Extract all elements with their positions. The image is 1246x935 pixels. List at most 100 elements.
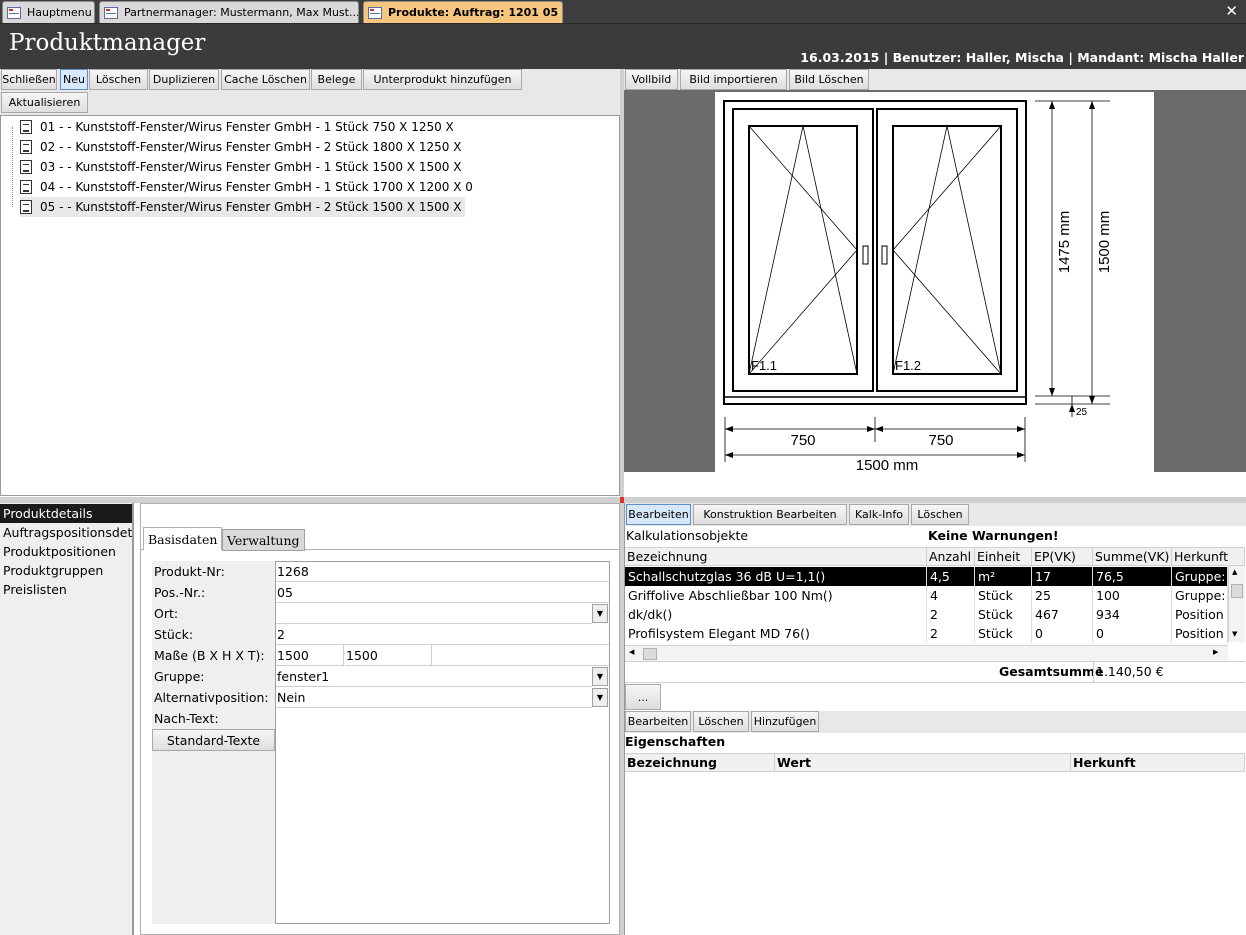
scroll-left-icon[interactable]: ◀ — [629, 648, 634, 656]
cell-ep-vk: 0 — [1032, 624, 1093, 643]
col-ep-vk[interactable]: EP(VK) — [1032, 548, 1093, 566]
add-property-button[interactable]: Hinzufügen — [751, 711, 819, 732]
masse-b-field[interactable]: 1500 — [276, 645, 344, 666]
stueck-field[interactable]: 2 — [276, 624, 609, 645]
horizontal-scrollbar[interactable]: ◀ ▶ — [625, 645, 1228, 661]
label-nach-text: Nach-Text: — [154, 711, 219, 726]
refresh-button[interactable]: Aktualisieren — [1, 92, 88, 113]
fullscreen-button[interactable]: Vollbild — [625, 69, 678, 90]
cell-anzahl: 4 — [927, 586, 975, 605]
col-herkunft[interactable]: Herkunft — [1172, 548, 1245, 566]
dim-bottom: 25 — [1076, 407, 1088, 418]
duplicate-button[interactable]: Duplizieren — [149, 69, 219, 90]
scroll-up-icon[interactable]: ▲ — [1232, 568, 1237, 576]
cell-summe-vk: 100 — [1093, 586, 1172, 605]
dim-inner-height: 1475 mm — [1056, 211, 1073, 274]
nav-item-produktdetails[interactable]: Produktdetails — [0, 504, 132, 523]
cell-einheit: m² — [975, 567, 1032, 586]
pos-nr-field[interactable]: 05 — [276, 582, 609, 603]
detail-nav: Produktdetails Auftragspositionsdetails … — [0, 503, 134, 935]
tree-item-label: 04 - - Kunststoff-Fenster/Wirus Fenster … — [40, 180, 473, 194]
import-image-button[interactable]: Bild importieren — [680, 69, 787, 90]
col-bezeichnung[interactable]: Bezeichnung — [625, 548, 927, 566]
cell-summe-vk: 76,5 — [1093, 567, 1172, 586]
document-icon — [20, 160, 32, 174]
cell-anzahl: 4,5 — [927, 567, 975, 586]
masse-t-field[interactable] — [432, 645, 609, 666]
cell-bezeichnung: Profilsystem Elegant MD 76() — [625, 624, 927, 643]
tab-partnermanager[interactable]: Partnermanager: Mustermann, Max Must... — [99, 1, 359, 23]
header-info: 16.03.2015 | Benutzer: Haller, Mischa | … — [800, 50, 1244, 65]
document-icon — [20, 180, 32, 194]
calc-title: Kalkulationsobjekte — [626, 528, 749, 543]
edit-property-button[interactable]: Bearbeiten — [625, 711, 691, 732]
document-tab-strip: Hauptmenu Partnermanager: Mustermann, Ma… — [0, 0, 1246, 24]
close-icon[interactable]: ✕ — [1225, 3, 1238, 19]
total-label: Gesamtsumme — [999, 664, 1104, 679]
nach-text-area[interactable] — [276, 708, 609, 923]
delete-button[interactable]: Löschen — [89, 69, 148, 90]
cell-ep-vk: 467 — [1032, 605, 1093, 624]
chevron-down-icon[interactable]: ▼ — [592, 667, 608, 686]
chevron-down-icon[interactable]: ▼ — [592, 688, 608, 707]
col-anzahl[interactable]: Anzahl — [927, 548, 975, 566]
vertical-scrollbar[interactable]: ▲ ▼ — [1228, 566, 1245, 642]
ort-field[interactable] — [276, 603, 592, 624]
col-einheit[interactable]: Einheit — [975, 548, 1032, 566]
scroll-thumb[interactable] — [643, 648, 657, 660]
col-prop-wert[interactable]: Wert — [775, 754, 1071, 772]
tree-item[interactable]: 01 - - Kunststoff-Fenster/Wirus Fenster … — [20, 117, 454, 137]
more-button[interactable]: ... — [625, 684, 661, 710]
col-prop-bezeichnung[interactable]: Bezeichnung — [625, 754, 775, 772]
nav-item-produktgruppen[interactable]: Produktgruppen — [0, 561, 132, 580]
close-button[interactable]: Schließen — [1, 69, 57, 90]
delete-calc-button[interactable]: Löschen — [911, 504, 969, 525]
tab-produkte[interactable]: Produkte: Auftrag: 1201 05 - ... — [363, 1, 563, 23]
tab-label: Partnermanager: Mustermann, Max Must... — [124, 6, 359, 19]
standard-texte-button[interactable]: Standard-Texte — [152, 729, 275, 751]
tree-item[interactable]: 02 - - Kunststoff-Fenster/Wirus Fenster … — [20, 137, 461, 157]
documents-button[interactable]: Belege — [311, 69, 362, 90]
tree-item[interactable]: 03 - - Kunststoff-Fenster/Wirus Fenster … — [20, 157, 461, 177]
alternativposition-field[interactable]: Nein — [276, 687, 592, 708]
cell-summe-vk: 934 — [1093, 605, 1172, 624]
warning-status: Keine Warnungen! — [928, 528, 1059, 543]
tab-hauptmenu[interactable]: Hauptmenu — [2, 1, 95, 23]
nav-item-preislisten[interactable]: Preislisten — [0, 580, 132, 599]
edit-construction-button[interactable]: Konstruktion Bearbeiten — [693, 504, 847, 525]
tree-item-label: 01 - - Kunststoff-Fenster/Wirus Fenster … — [40, 120, 454, 134]
gruppe-field[interactable]: fenster1 — [276, 666, 592, 687]
delete-image-button[interactable]: Bild Löschen — [789, 69, 869, 90]
cell-herkunft: Position — [1172, 605, 1228, 624]
delete-property-button[interactable]: Löschen — [693, 711, 749, 732]
scroll-right-icon[interactable]: ▶ — [1213, 648, 1218, 656]
cell-bezeichnung: Griffolive Abschließbar 100 Nm() — [625, 586, 927, 605]
col-prop-herkunft[interactable]: Herkunft — [1071, 754, 1245, 772]
cell-summe-vk: 0 — [1093, 624, 1172, 643]
col-summe-vk[interactable]: Summe(VK) — [1093, 548, 1172, 566]
cell-bezeichnung: dk/dk() — [625, 605, 927, 624]
produkt-nr-field[interactable]: 1268 — [276, 561, 609, 582]
scroll-down-icon[interactable]: ▼ — [1232, 630, 1237, 638]
clear-cache-button[interactable]: Cache Löschen — [221, 69, 310, 90]
edit-button[interactable]: Bearbeiten — [626, 504, 691, 525]
add-subproduct-button[interactable]: Unterprodukt hinzufügen — [363, 69, 522, 90]
cell-herkunft: Position — [1172, 624, 1228, 643]
page-title: Produktmanager — [9, 30, 206, 56]
tree-item[interactable]: 04 - - Kunststoff-Fenster/Wirus Fenster … — [20, 177, 473, 197]
new-button[interactable]: Neu — [60, 69, 88, 90]
tab-verwaltung[interactable]: Verwaltung — [222, 529, 305, 551]
chevron-down-icon[interactable]: ▼ — [592, 604, 608, 623]
nav-item-auftragspositionsdetails[interactable]: Auftragspositionsdetails — [0, 523, 132, 542]
scroll-thumb[interactable] — [1231, 584, 1243, 598]
masse-h-field[interactable]: 1500 — [345, 645, 432, 666]
tree-item-selected[interactable]: 05 - - Kunststoff-Fenster/Wirus Fenster … — [20, 197, 466, 217]
document-icon — [20, 140, 32, 154]
calc-info-button[interactable]: Kalk-Info — [849, 504, 909, 525]
tab-label: Hauptmenu — [27, 6, 92, 19]
nav-item-produktpositionen[interactable]: Produktpositionen — [0, 542, 132, 561]
tab-basisdaten[interactable]: Basisdaten — [143, 527, 223, 550]
dim-width-left: 750 — [790, 432, 815, 449]
label-masse: Maße (B X H X T): — [154, 648, 265, 663]
form-icon — [368, 6, 382, 19]
